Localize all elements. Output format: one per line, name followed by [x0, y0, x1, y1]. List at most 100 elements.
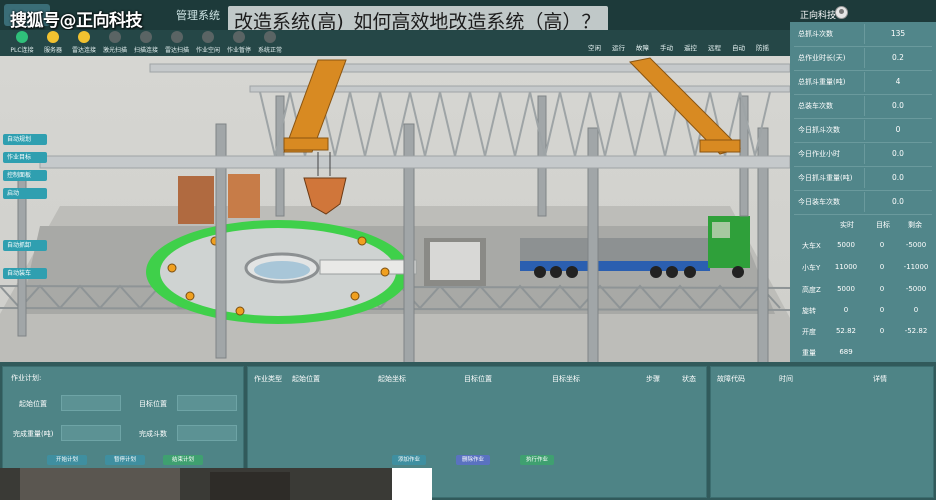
- stat-row: 今日作业小时 0.0: [790, 142, 936, 166]
- stat-label: 今日抓斗重量(吨): [798, 174, 853, 182]
- axis-target: 0: [879, 327, 885, 335]
- task-col-start-coord: 起始坐标: [378, 375, 406, 383]
- axis-remain: -11000: [903, 263, 929, 271]
- stat-row: 总抓斗重量(吨) 4: [790, 70, 936, 94]
- status-led-icon: [109, 31, 121, 43]
- task-col-type: 作业类型: [254, 375, 282, 383]
- mode-anti-sway: 防摇: [756, 44, 769, 52]
- stat-label: 总装车次数: [798, 102, 833, 110]
- axis-name: 小车Y: [802, 264, 821, 272]
- axis-actual: 5000: [837, 241, 855, 249]
- side-menu-auto-plan[interactable]: 自动规划: [3, 134, 47, 145]
- scene-graphic: [0, 57, 790, 362]
- stat-row: 总装车次数 0.0: [790, 94, 936, 118]
- axis-target: 0: [879, 285, 885, 293]
- target-position-label: 目标位置: [139, 400, 167, 408]
- status-led-icon: [202, 31, 214, 43]
- mode-running: 运行: [612, 44, 625, 52]
- target-position-field[interactable]: [177, 395, 237, 411]
- camera-feed: [0, 468, 432, 500]
- axis-name: 旋转: [802, 307, 816, 315]
- stat-value: 135: [890, 29, 906, 38]
- side-menu-auto-grab[interactable]: 自动抓卸: [3, 240, 47, 251]
- done-weight-field[interactable]: [61, 425, 121, 441]
- axis-remain: 0: [913, 306, 919, 314]
- mode-remote: 远程: [708, 44, 721, 52]
- status-led-icon: [47, 31, 59, 43]
- task-col-status: 状态: [682, 375, 696, 383]
- axis-actual: 52.82: [835, 327, 857, 335]
- watermark: 搜狐号@正向科技: [10, 11, 143, 31]
- axis-remain: -5000: [905, 241, 927, 249]
- plan-title: 作业计划:: [11, 374, 42, 382]
- status-led-icon: [16, 31, 28, 43]
- stat-row: 总抓斗次数 135: [790, 22, 936, 46]
- add-task-button[interactable]: 添加作业: [392, 455, 426, 465]
- axis-name: 大车X: [802, 242, 821, 250]
- side-menu-auto-load[interactable]: 自动装车: [3, 268, 47, 279]
- side-menu-start[interactable]: 启动: [3, 188, 47, 199]
- axis-name: 重量: [802, 349, 816, 357]
- fault-col-code: 故障代码: [717, 375, 745, 383]
- camera-image: [0, 468, 432, 500]
- status-led-icon: [171, 31, 183, 43]
- axis-target: 0: [879, 263, 885, 271]
- stat-value: 0.0: [892, 173, 904, 182]
- axis-name: 开度: [802, 328, 816, 336]
- axis-actual: 0: [843, 306, 849, 314]
- execute-task-button[interactable]: 执行作业: [520, 455, 554, 465]
- stat-row: 今日抓斗重量(吨) 0.0: [790, 166, 936, 190]
- stat-value: 0: [895, 125, 901, 134]
- mode-row: 空闲 运行 故障 手动 遥控 远程 自动 防摇: [240, 42, 788, 54]
- mode-idle: 空闲: [588, 44, 601, 52]
- delete-task-button[interactable]: 删除作业: [456, 455, 490, 465]
- stat-value: 0.0: [892, 101, 904, 110]
- fault-table-panel: 故障代码 时间 详情: [710, 366, 934, 498]
- start-position-field[interactable]: [61, 395, 121, 411]
- end-plan-button[interactable]: 结束计划: [163, 455, 203, 465]
- stat-value: 0.0: [892, 149, 904, 158]
- axis-target: 0: [879, 306, 885, 314]
- crane-3d-scene[interactable]: 自动规划 作业目标 控制面板 启动 自动抓卸 自动装车: [0, 56, 790, 362]
- mode-manual: 手动: [660, 44, 673, 52]
- done-grabs-field[interactable]: [177, 425, 237, 441]
- axis-target: 0: [879, 241, 885, 249]
- axis-remain: -5000: [905, 285, 927, 293]
- axis-actual: 11000: [834, 263, 858, 271]
- mode-fault: 故障: [636, 44, 649, 52]
- side-menu-task-target[interactable]: 作业目标: [3, 152, 47, 163]
- task-col-start-pos: 起始位置: [292, 375, 320, 383]
- status-led-icon: [140, 31, 152, 43]
- axis-remain: -52.82: [904, 327, 928, 335]
- mode-remote-control: 遥控: [684, 44, 697, 52]
- task-col-target-coord: 目标坐标: [552, 375, 580, 383]
- stat-label: 今日作业小时: [798, 150, 840, 158]
- stat-label: 总作业时长(天): [798, 54, 846, 62]
- axis-actual: 689: [839, 348, 853, 356]
- statistics-panel: 总抓斗次数 135 总作业时长(天) 0.2 总抓斗重量(吨) 4 总装车次数 0.0 …: [790, 22, 936, 364]
- axes-header-target: 目标: [876, 221, 890, 229]
- system-title: 管理系统: [176, 9, 220, 22]
- done-weight-label: 完成重量(吨): [13, 430, 54, 438]
- stat-label: 今日抓斗次数: [798, 126, 840, 134]
- stat-label: 总抓斗次数: [798, 30, 833, 38]
- status-led-icon: [78, 31, 90, 43]
- fault-col-time: 时间: [779, 375, 793, 383]
- stat-label: 总抓斗重量(吨): [798, 78, 846, 86]
- side-menu-control-panel[interactable]: 控制面板: [3, 170, 47, 181]
- stat-row: 总作业时长(天) 0.2: [790, 46, 936, 70]
- stat-value: 0.0: [892, 197, 904, 206]
- company-name: 正向科技: [800, 11, 837, 21]
- stat-value: 4: [895, 77, 901, 86]
- start-plan-button[interactable]: 开始计划: [47, 455, 87, 465]
- task-col-target-pos: 目标位置: [464, 375, 492, 383]
- mode-auto: 自动: [732, 44, 745, 52]
- done-grabs-label: 完成斗数: [139, 430, 167, 438]
- stat-row: 今日装车次数 0.0: [790, 190, 936, 214]
- app-window: 管理系统 正向科技 搜狐号@正向科技 改造系统(高)_如何高效地改造系统（高）？…: [0, 0, 936, 500]
- stat-value: 0.2: [892, 53, 904, 62]
- user-icon[interactable]: [835, 6, 848, 19]
- pause-plan-button[interactable]: 暂停计划: [105, 455, 145, 465]
- axes-header-actual: 实时: [840, 221, 854, 229]
- axis-name: 高度Z: [802, 286, 821, 294]
